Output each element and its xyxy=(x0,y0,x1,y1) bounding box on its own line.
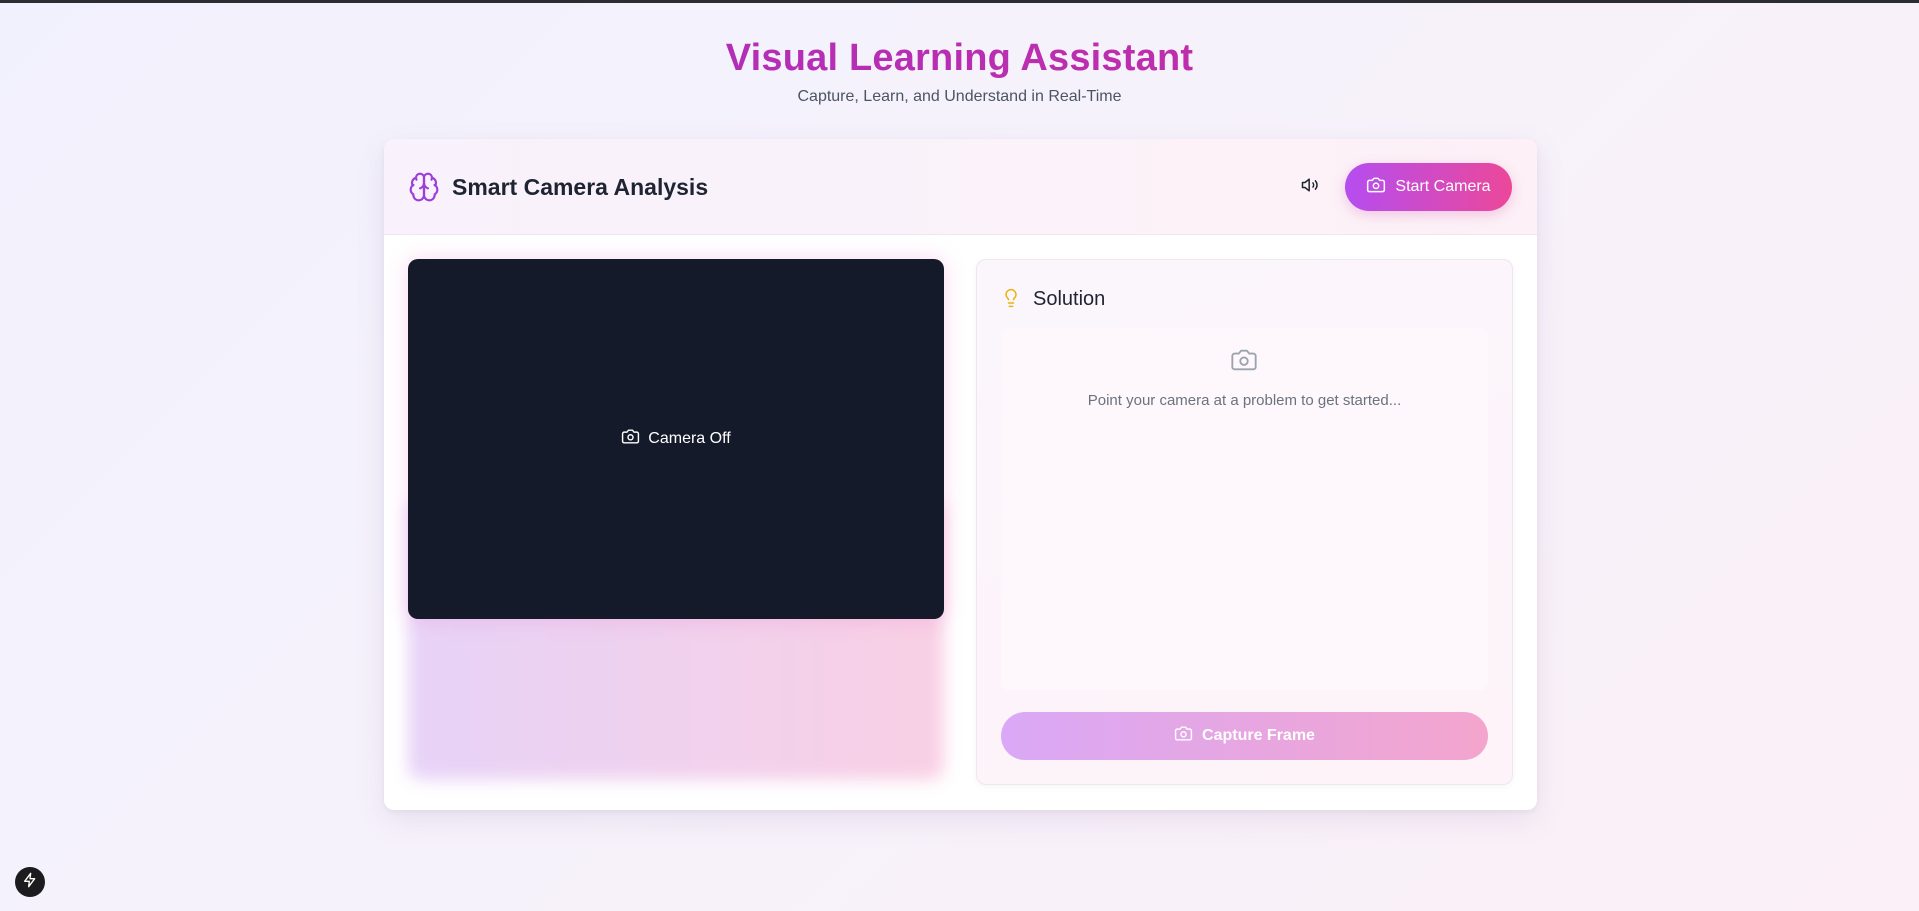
top-border xyxy=(0,0,1919,3)
dev-tools-button[interactable] xyxy=(15,867,45,897)
solution-title: Solution xyxy=(1033,288,1106,310)
page-subtitle: Capture, Learn, and Understand in Real-T… xyxy=(797,88,1122,105)
camera-preview: Camera Off xyxy=(408,259,944,619)
brain-icon xyxy=(408,171,440,203)
camera-icon xyxy=(1366,175,1386,200)
card-header: Smart Camera Analysis Start Camera xyxy=(384,139,1537,235)
lightbulb-icon xyxy=(1001,286,1021,310)
start-camera-button[interactable]: Start Camera xyxy=(1345,163,1512,211)
start-camera-label: Start Camera xyxy=(1395,178,1491,195)
volume-icon xyxy=(1300,175,1320,200)
camera-icon xyxy=(621,427,640,451)
lightning-icon xyxy=(22,872,38,893)
analysis-card: Smart Camera Analysis Start Camera Camer… xyxy=(384,139,1537,810)
capture-frame-label: Capture Frame xyxy=(1202,727,1315,744)
solution-placeholder: Point your camera at a problem to get st… xyxy=(1087,392,1402,409)
page-header: Visual Learning Assistant Capture, Learn… xyxy=(0,34,1919,106)
capture-frame-button[interactable]: Capture Frame xyxy=(1001,712,1488,760)
camera-icon xyxy=(1228,346,1260,374)
card-title: Smart Camera Analysis xyxy=(452,174,709,200)
page-title: Visual Learning Assistant xyxy=(0,34,1919,82)
sound-toggle-button[interactable] xyxy=(1292,169,1328,205)
solution-output: Point your camera at a problem to get st… xyxy=(1001,328,1488,690)
solution-panel: Solution Point your camera at a problem … xyxy=(976,259,1513,785)
camera-icon xyxy=(1174,724,1193,748)
camera-status-label: Camera Off xyxy=(648,430,731,447)
